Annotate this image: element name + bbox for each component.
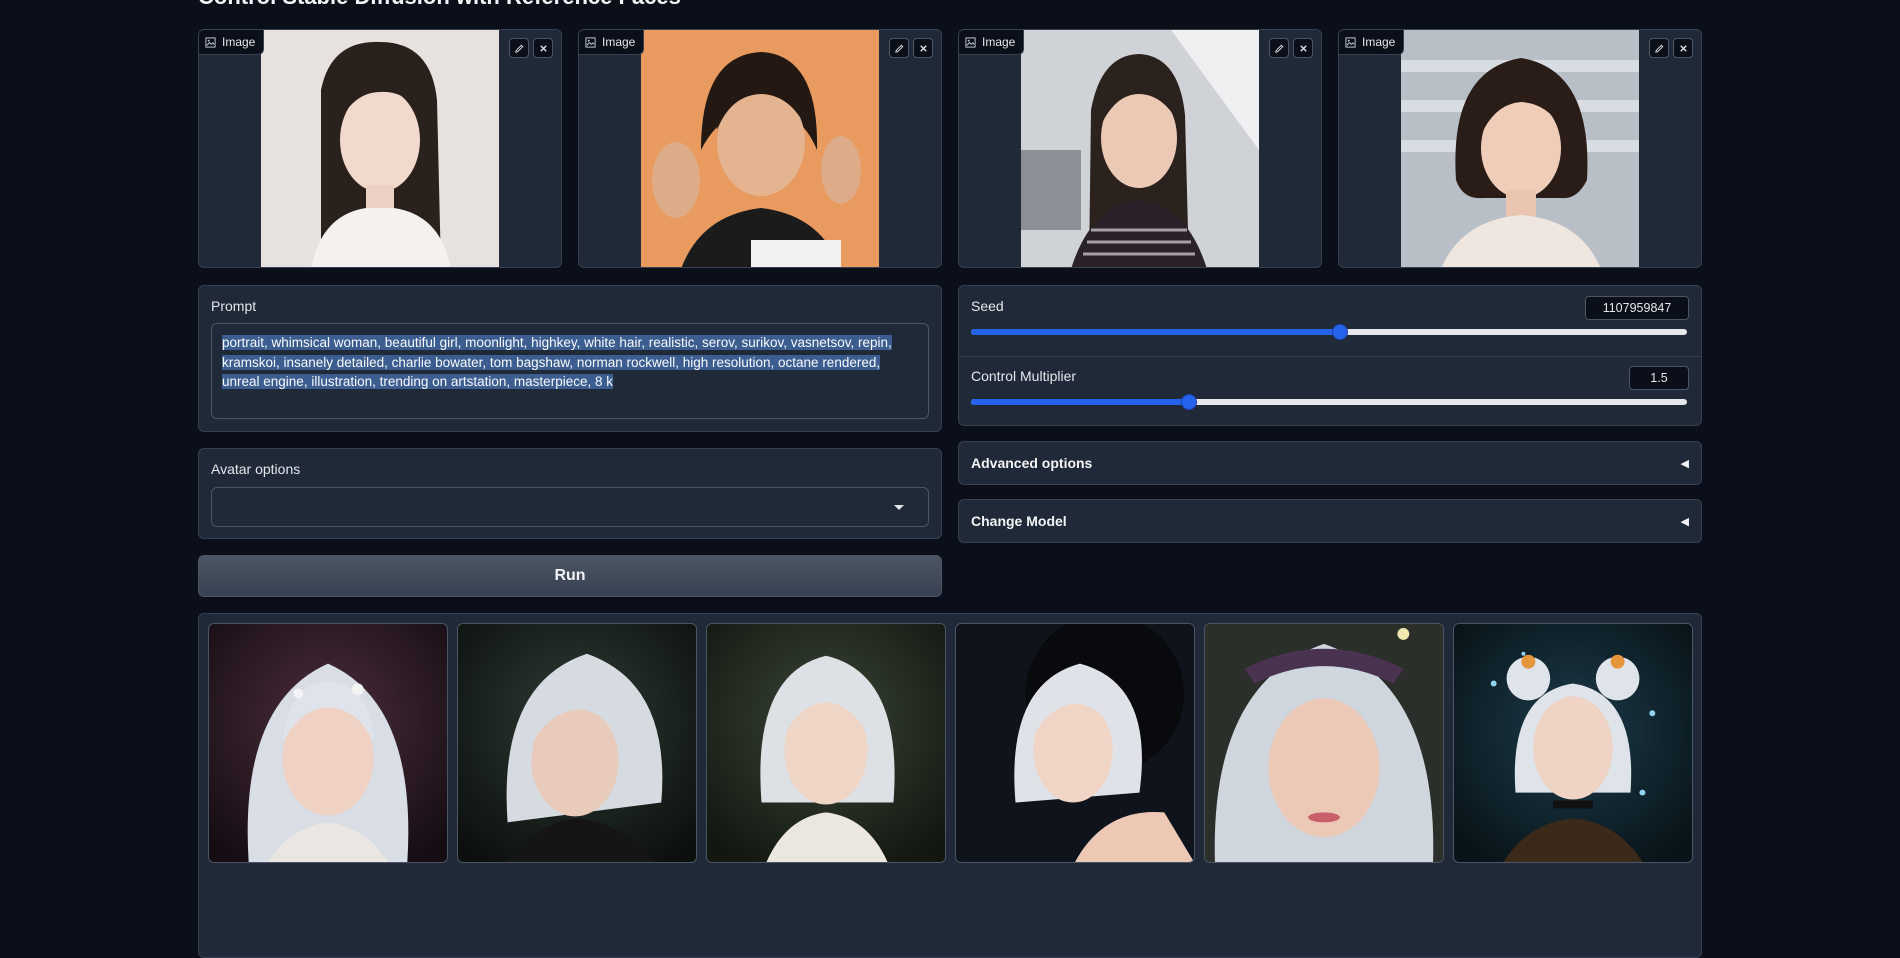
control-multiplier-slider-thumb[interactable] [1181, 394, 1198, 410]
gallery-image-1[interactable] [208, 623, 448, 863]
image-input-3[interactable]: Image [958, 29, 1322, 268]
gallery-image-5[interactable] [1204, 623, 1444, 863]
seed-slider-fill [971, 329, 1341, 335]
avatar-options-dropdown[interactable] [211, 487, 929, 527]
clear-button[interactable] [913, 38, 933, 58]
close-icon [539, 44, 547, 52]
pencil-icon [514, 44, 523, 53]
image-input-2[interactable]: Image [578, 29, 942, 268]
close-icon [1679, 44, 1687, 52]
gallery-image-3[interactable] [706, 623, 946, 863]
collapse-arrow-icon: ◀ [1680, 515, 1689, 528]
seed-slider[interactable] [971, 324, 1687, 340]
clear-button[interactable] [533, 38, 553, 58]
image-label: Image [1339, 30, 1405, 55]
seed-label: Seed [971, 298, 1004, 314]
advanced-options-label: Advanced options [971, 455, 1093, 471]
change-model-accordion[interactable]: Change Model ◀ [958, 499, 1702, 543]
gallery-image-2[interactable] [457, 623, 697, 863]
control-multiplier-label: Control Multiplier [971, 368, 1077, 384]
pencil-icon [1654, 44, 1663, 53]
edit-button[interactable] [1649, 38, 1669, 58]
gallery-image-6[interactable] [1453, 623, 1693, 863]
edit-button[interactable] [509, 38, 529, 58]
control-multiplier-slider[interactable] [971, 394, 1687, 410]
prompt-panel: Prompt portrait, whimsical woman, beauti… [198, 285, 942, 432]
collapse-arrow-icon: ◀ [1680, 457, 1689, 470]
image-input-1[interactable]: Image [198, 29, 562, 268]
change-model-label: Change Model [971, 513, 1067, 529]
reference-face-photo [1401, 30, 1639, 267]
image-icon [965, 36, 976, 48]
seed-input[interactable]: 1107959847 [1585, 296, 1689, 320]
run-button[interactable]: Run [198, 555, 942, 597]
edit-button[interactable] [1269, 38, 1289, 58]
image-input-4[interactable]: Image [1338, 29, 1702, 268]
page-title: Control Stable Diffusion with Reference … [198, 0, 681, 10]
clear-button[interactable] [1673, 38, 1693, 58]
pencil-icon [1274, 44, 1283, 53]
sliders-panel: Seed 1107959847 Control Multiplier 1.5 [958, 285, 1702, 426]
avatar-options-label: Avatar options [211, 461, 301, 477]
edit-button[interactable] [889, 38, 909, 58]
reference-face-photo [1021, 30, 1259, 267]
clear-button[interactable] [1293, 38, 1313, 58]
chevron-down-icon [894, 505, 904, 510]
prompt-textarea[interactable]: portrait, whimsical woman, beautiful gir… [211, 323, 929, 419]
control-multiplier-input[interactable]: 1.5 [1629, 366, 1689, 390]
advanced-options-accordion[interactable]: Advanced options ◀ [958, 441, 1702, 485]
image-icon [1345, 36, 1356, 48]
pencil-icon [894, 44, 903, 53]
close-icon [1299, 44, 1307, 52]
seed-slider-thumb[interactable] [1332, 324, 1349, 340]
prompt-label: Prompt [211, 298, 257, 314]
image-icon [205, 36, 216, 48]
control-multiplier-slider-fill [971, 399, 1190, 405]
image-label: Image [199, 30, 265, 55]
gallery-image-4[interactable] [955, 623, 1195, 863]
reference-face-photo [261, 30, 499, 267]
prompt-text: portrait, whimsical woman, beautiful gir… [222, 335, 892, 389]
output-gallery [198, 613, 1702, 958]
reference-face-photo [641, 30, 879, 267]
image-icon [585, 36, 596, 48]
avatar-options-panel: Avatar options [198, 448, 942, 539]
image-label: Image [579, 30, 645, 55]
close-icon [919, 44, 927, 52]
image-label: Image [959, 30, 1025, 55]
